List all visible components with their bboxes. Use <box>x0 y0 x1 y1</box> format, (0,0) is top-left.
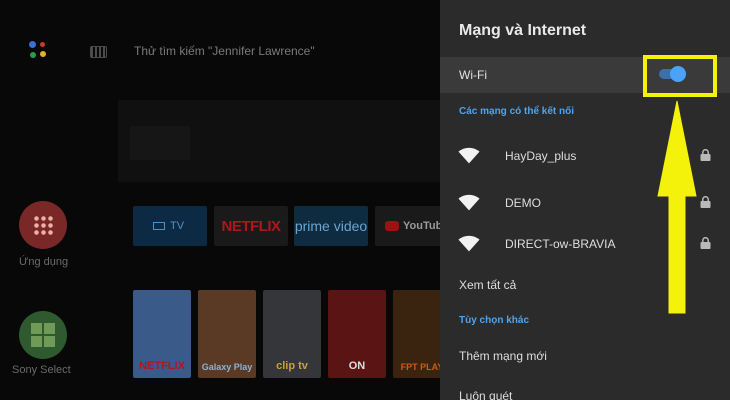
keyboard-icon[interactable] <box>90 46 107 58</box>
lock-icon <box>700 237 711 249</box>
wifi-label: Wi-Fi <box>459 68 487 82</box>
network-ssid: HayDay_plus <box>505 149 577 163</box>
google-assistant-icon[interactable] <box>26 38 52 64</box>
poster-netflix[interactable]: NETFLIX <box>133 290 191 378</box>
always-scan-option[interactable]: Luôn quét <box>459 389 512 400</box>
network-ssid: DIRECT-ow-BRAVIA <box>505 237 616 251</box>
poster-galaxy-play[interactable]: Galaxy Play <box>198 290 256 378</box>
wifi-signal-icon <box>458 235 480 252</box>
see-all-networks-button[interactable]: Xem tất cả <box>459 278 516 292</box>
network-ssid: DEMO <box>505 196 541 210</box>
sony-select-label: Sony Select <box>12 364 71 376</box>
home-screen: Thử tìm kiếm "Jennifer Lawrence" Ứng dụn… <box>0 0 440 400</box>
poster-on[interactable]: ON <box>328 290 386 378</box>
featured-banner <box>118 100 440 182</box>
add-new-network-button[interactable]: Thêm mạng mới <box>459 349 547 363</box>
tv-app-tile[interactable]: TV <box>133 206 207 246</box>
wifi-signal-icon <box>458 194 480 211</box>
apps-grid-icon <box>33 215 53 235</box>
annotation-arrow-icon <box>657 100 697 314</box>
sony-select-button[interactable] <box>19 311 67 359</box>
wifi-toggle-highlight-box <box>643 55 717 97</box>
lock-icon <box>700 196 711 208</box>
lock-icon <box>700 149 711 161</box>
netflix-tile[interactable]: NETFLIX <box>214 206 288 246</box>
youtube-play-icon <box>385 221 399 231</box>
apps-label: Ứng dụng <box>19 256 69 268</box>
poster-clip-tv[interactable]: clip tv <box>263 290 321 378</box>
youtube-tile[interactable]: YouTube <box>375 206 440 246</box>
apps-button[interactable] <box>19 201 67 249</box>
other-options-header: Tùy chọn khác <box>459 315 530 326</box>
tv-icon <box>153 222 165 230</box>
wifi-signal-icon <box>458 147 480 164</box>
search-hint[interactable]: Thử tìm kiếm "Jennifer Lawrence" <box>134 44 315 58</box>
sony-select-icon <box>31 323 55 347</box>
prime-video-tile[interactable]: prime video <box>294 206 368 246</box>
panel-title: Mạng và Internet <box>459 22 587 39</box>
available-networks-header: Các mạng có thể kết nối <box>459 106 575 117</box>
poster-fpt-play[interactable]: FPT PLAY <box>393 290 440 378</box>
